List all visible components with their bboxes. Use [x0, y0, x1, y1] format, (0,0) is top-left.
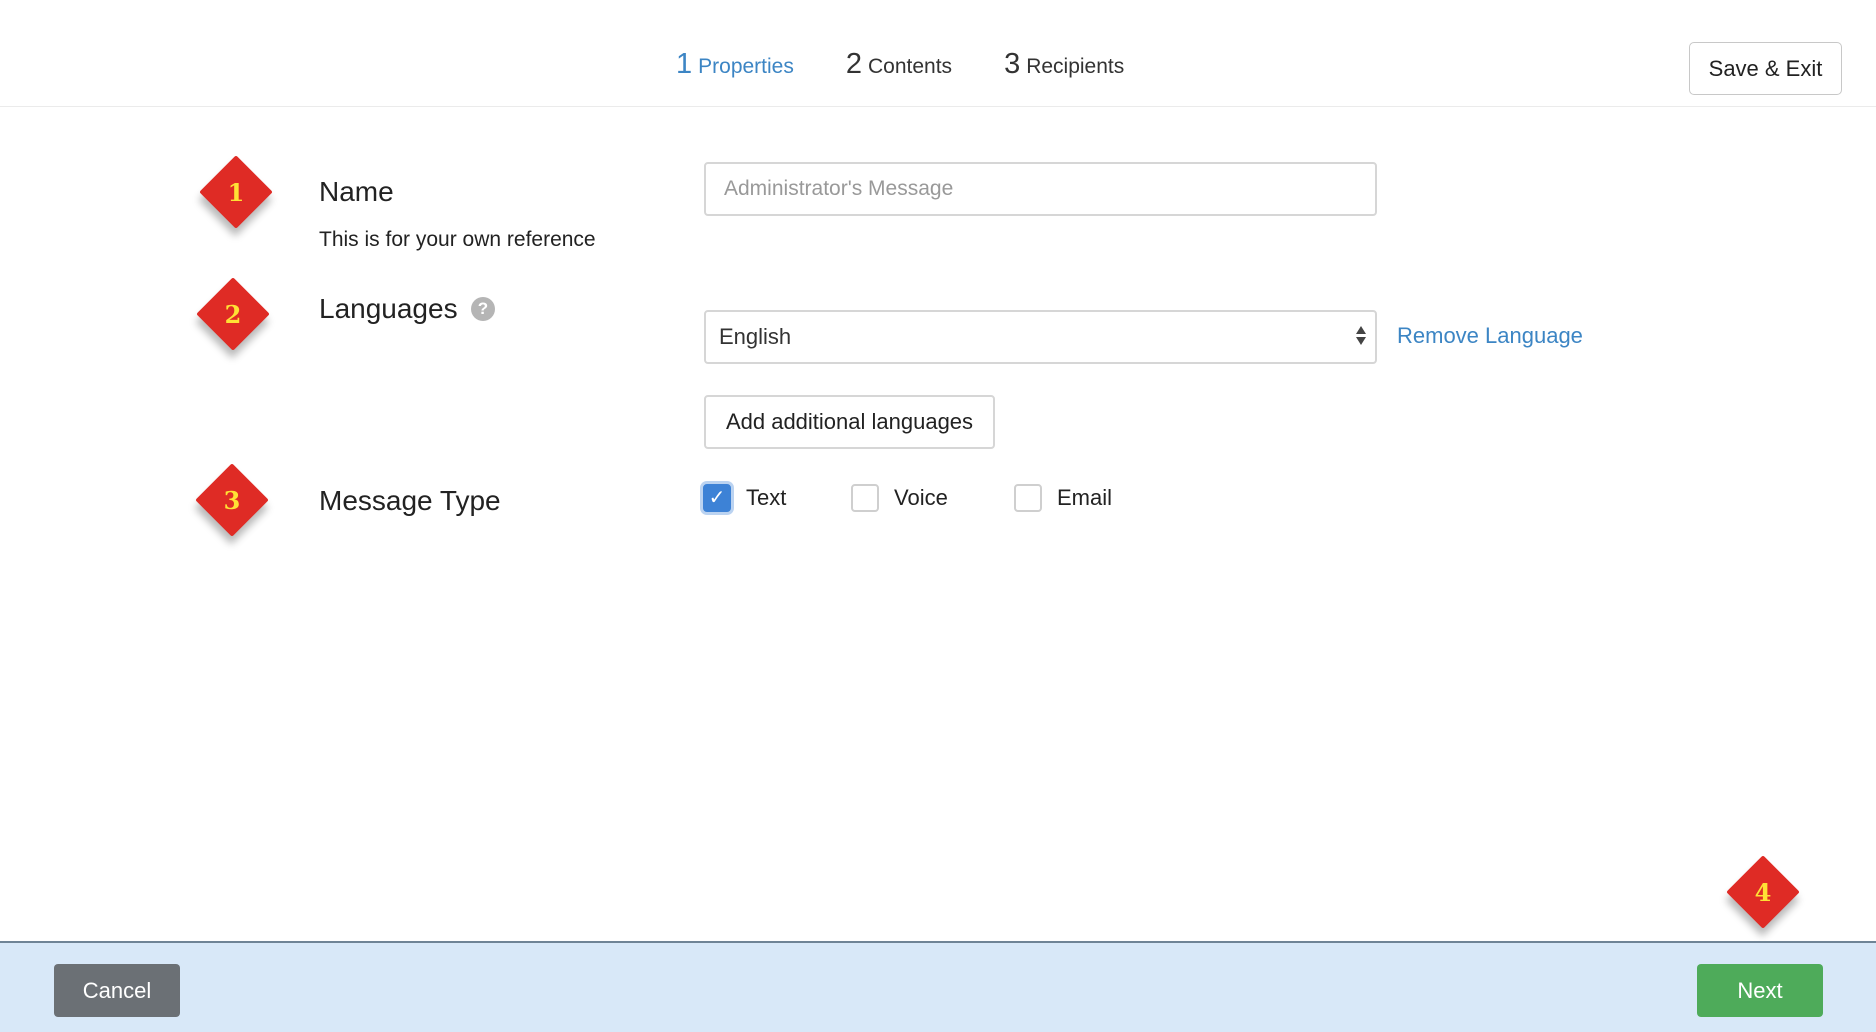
step-label: Recipients — [1026, 55, 1125, 78]
next-button[interactable]: Next — [1697, 964, 1823, 1017]
checkbox-label: Email — [1057, 485, 1113, 510]
marker-4: 4 — [1726, 855, 1800, 929]
step-contents[interactable]: 2 Contents — [846, 48, 952, 81]
add-languages-button[interactable]: Add additional languages — [704, 395, 995, 449]
checkbox-label: Voice — [894, 485, 948, 510]
name-input[interactable] — [704, 162, 1377, 216]
step-number: 1 — [676, 48, 693, 80]
step-recipients[interactable]: 3 Recipients — [1004, 48, 1124, 81]
checkbox-email[interactable]: Email — [1014, 484, 1112, 512]
wizard-steps: 1 Properties 2 Contents 3 Recipients — [676, 48, 1176, 92]
marker-2: 2 — [196, 277, 270, 351]
help-icon[interactable]: ? — [471, 297, 495, 321]
cancel-button[interactable]: Cancel — [54, 964, 180, 1017]
header: 1 Properties 2 Contents 3 Recipients Sav… — [0, 0, 1876, 107]
marker-1: 1 — [199, 155, 273, 229]
step-number: 3 — [1004, 48, 1021, 80]
checkbox-text[interactable]: ✓ Text — [703, 484, 786, 512]
checkbox-box[interactable] — [1014, 484, 1042, 512]
save-exit-button[interactable]: Save & Exit — [1689, 42, 1842, 95]
step-number: 2 — [845, 48, 862, 80]
language-select[interactable]: English — [704, 310, 1377, 364]
checkmark-icon: ✓ — [708, 487, 726, 509]
step-properties[interactable]: 1 Properties — [676, 48, 794, 81]
marker-number: 3 — [223, 485, 241, 515]
marker-3: 3 — [195, 463, 269, 537]
checkbox-label: Text — [746, 485, 787, 510]
message-type-label: Message Type — [319, 485, 501, 516]
checkbox-box[interactable]: ✓ — [703, 484, 731, 512]
footer-bar: Cancel Next — [0, 941, 1876, 1032]
marker-number: 4 — [1754, 877, 1772, 907]
marker-number: 1 — [227, 177, 245, 207]
remove-language-link[interactable]: Remove Language — [1397, 323, 1583, 349]
name-label: Name — [319, 176, 394, 207]
step-label: Properties — [698, 55, 794, 78]
checkbox-voice[interactable]: Voice — [851, 484, 948, 512]
step-label: Contents — [868, 55, 953, 78]
languages-label: Languages — [319, 293, 458, 324]
updown-arrows-icon — [1355, 326, 1367, 345]
language-select-value: English — [719, 324, 792, 349]
checkbox-box[interactable] — [851, 484, 879, 512]
marker-number: 2 — [224, 299, 242, 329]
name-sublabel: This is for your own reference — [319, 228, 596, 251]
